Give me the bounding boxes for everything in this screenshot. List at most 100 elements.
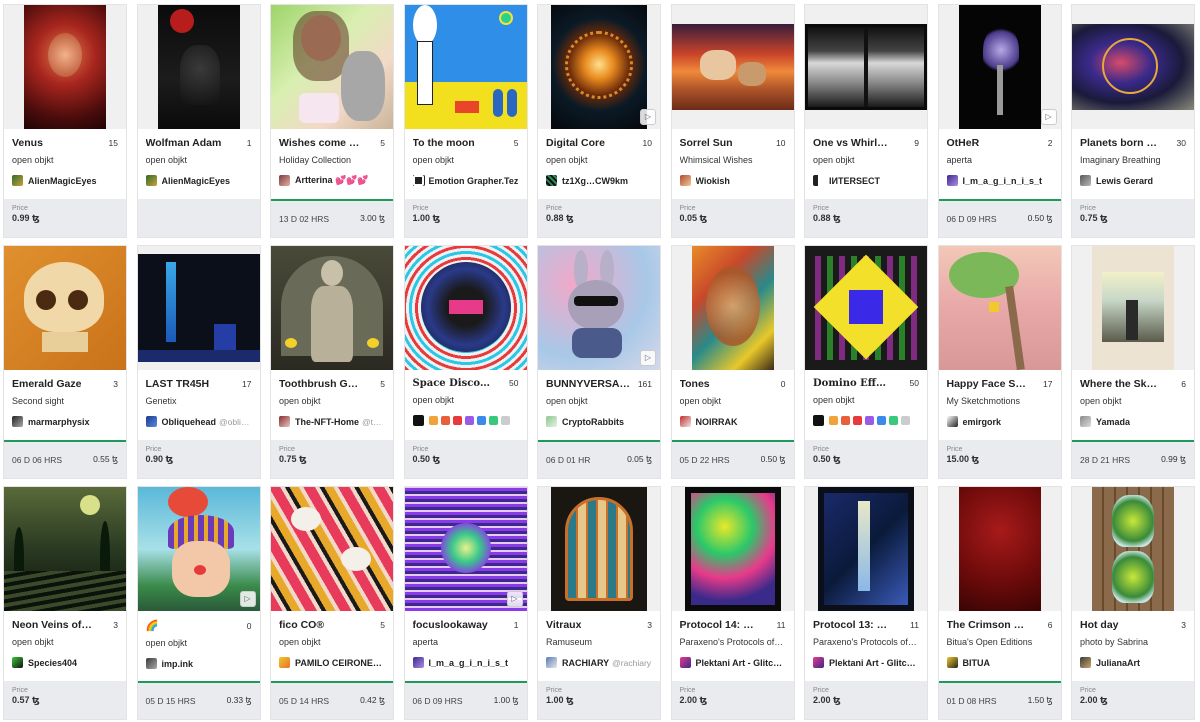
artwork-card[interactable]: ▷ BUNNYVERSA… 161 open objkt CryptoRabbi… xyxy=(537,245,661,479)
collection-name[interactable]: open objkt xyxy=(546,155,652,165)
artwork-thumbnail[interactable] xyxy=(4,5,126,129)
artist-name[interactable]: Lewis Gerard xyxy=(1096,176,1153,186)
collection-name[interactable]: open objkt xyxy=(1080,396,1186,406)
artwork-card[interactable]: LAST TR45H 17 Genetix Obliquehead @obli…… xyxy=(136,245,261,479)
artist[interactable]: I_m_a_g_i_n_i_s_t xyxy=(412,657,519,668)
artwork-title[interactable]: Vitraux xyxy=(546,619,581,631)
collection-name[interactable]: open objkt xyxy=(546,396,652,406)
artwork-card[interactable]: Toothbrush G… 5 open objkt The-NFT-Home … xyxy=(270,245,394,479)
artwork-card[interactable]: Emerald Gaze 3 Second sight marmarphysix… xyxy=(3,245,127,479)
collection-name[interactable]: photo by Sabrina xyxy=(1080,637,1186,647)
artwork-title[interactable]: 🌈 xyxy=(146,619,159,632)
artist-name[interactable]: The-NFT-Home xyxy=(295,417,359,427)
artist[interactable]: I_m_a_g_i_n_i_s_t xyxy=(946,175,1053,186)
artwork-title[interactable]: Wishes come … xyxy=(279,137,359,149)
artwork-card[interactable]: One vs Whirl… 9 open objkt ΙИΤΕRЅΕСΤ Pri… xyxy=(804,4,928,238)
artist-name[interactable]: NOIRRAK xyxy=(696,417,738,427)
artist-name[interactable]: tz1Xg…CW9km xyxy=(562,176,628,186)
artist[interactable]: Plektani Art - Glitc… xyxy=(679,657,786,668)
collection-name[interactable]: My Sketchmotions xyxy=(947,396,1053,406)
collection-name[interactable]: Second sight xyxy=(12,396,118,406)
artist[interactable]: JulianaArt xyxy=(1080,657,1186,668)
collection-name[interactable]: open objkt xyxy=(12,637,118,647)
collection-name[interactable]: open objkt xyxy=(813,155,919,165)
artist[interactable]: tz1Xg…CW9km xyxy=(546,175,652,186)
artist[interactable]: BITUA xyxy=(946,657,1053,668)
artwork-title[interactable]: Neon Veins of… xyxy=(12,619,92,631)
artwork-title[interactable]: focuslookaway xyxy=(413,619,488,631)
collection-name[interactable]: Paraxeno's Protocols of L… xyxy=(680,637,786,647)
artist-name[interactable]: Species404 xyxy=(28,658,77,668)
collection-name[interactable]: open objkt xyxy=(680,396,786,406)
artist-name[interactable]: imp.ink xyxy=(162,659,194,669)
artwork-title[interactable]: Wolfman Adam xyxy=(146,137,222,149)
artwork-thumbnail[interactable] xyxy=(4,246,126,370)
artist[interactable]: NOIRRAK xyxy=(679,416,786,427)
artist[interactable]: Artterina 💕💕💕 xyxy=(279,175,385,186)
artist-handle[interactable]: @obli… xyxy=(219,417,249,427)
artist[interactable]: Emotion Grapher.Tez xyxy=(412,175,519,186)
artwork-card[interactable]: The Crimson … 6 Bitua's Open Editions BI… xyxy=(937,486,1062,720)
artwork-thumbnail[interactable] xyxy=(671,5,794,129)
artwork-card[interactable]: Tones 0 open objkt NOIRRAK 05 D 22 HRS 0… xyxy=(670,245,795,479)
artist-name[interactable]: Emotion Grapher.Tez xyxy=(429,176,519,186)
collection-name[interactable]: Whimsical Wishes xyxy=(680,155,786,165)
artwork-title[interactable]: Digital Core xyxy=(546,137,605,149)
artist-name[interactable]: Plektani Art - Glitc… xyxy=(696,658,783,668)
artwork-thumbnail[interactable] xyxy=(938,246,1061,370)
collection-name[interactable]: open objkt xyxy=(813,395,919,405)
artwork-thumbnail[interactable] xyxy=(1072,5,1194,129)
artist-name[interactable]: Wiokish xyxy=(696,176,730,186)
artwork-card[interactable]: Vitraux 3 Ramuseum RACHIARY @rachiary Pr… xyxy=(537,486,661,720)
collection-name[interactable]: Paraxeno's Protocols of L… xyxy=(813,637,919,647)
artwork-thumbnail[interactable] xyxy=(137,246,260,370)
artwork-thumbnail[interactable] xyxy=(805,487,927,611)
artwork-title[interactable]: Tones xyxy=(680,378,710,390)
artwork-card[interactable]: Protocol 14: … 11 Paraxeno's Protocols o… xyxy=(670,486,795,720)
artwork-card[interactable]: Neon Veins of… 3 open objkt Species404 P… xyxy=(3,486,127,720)
artist[interactable]: emirgork xyxy=(946,416,1053,427)
artist[interactable]: imp.ink xyxy=(145,658,252,669)
artist[interactable]: CryptoRabbits xyxy=(546,416,652,427)
artwork-title[interactable]: LAST TR45H xyxy=(146,378,210,390)
artwork-thumbnail[interactable] xyxy=(1072,487,1194,611)
artwork-card[interactable]: Venus 15 open objkt AlienMagicEyes Price… xyxy=(3,4,127,238)
artist-name[interactable]: AlienMagicEyes xyxy=(162,176,231,186)
artist[interactable]: PAMILO CEIRONE®… xyxy=(279,657,385,668)
collection-name[interactable]: open objkt xyxy=(146,155,252,165)
artist[interactable] xyxy=(412,415,519,426)
artist[interactable]: The-NFT-Home @t… xyxy=(279,416,385,427)
artwork-title[interactable]: The Crimson … xyxy=(947,619,1025,631)
artwork-title[interactable]: One vs Whirl… xyxy=(813,137,888,149)
artwork-card[interactable]: Planets born … 30 Imaginary Breathing Le… xyxy=(1071,4,1195,238)
artist[interactable]: Yamada xyxy=(1080,416,1186,427)
artist[interactable] xyxy=(813,415,919,426)
artwork-card[interactable]: ▷ Digital Core 10 open objkt tz1Xg…CW9km… xyxy=(537,4,661,238)
collection-name[interactable]: Ramuseum xyxy=(546,637,652,647)
artwork-card[interactable]: fico CO® 5 open objkt PAMILO CEIRONE®… 0… xyxy=(270,486,394,720)
artwork-card[interactable]: Protocol 13: … 11 Paraxeno's Protocols o… xyxy=(804,486,928,720)
artwork-thumbnail[interactable]: ▷ xyxy=(938,5,1061,129)
artist[interactable]: AlienMagicEyes xyxy=(145,175,252,186)
collection-name[interactable]: open objkt xyxy=(279,396,385,406)
artwork-thumbnail[interactable]: ▷ xyxy=(538,5,660,129)
artwork-title[interactable]: Emerald Gaze xyxy=(12,378,81,390)
artwork-title[interactable]: fico CO® xyxy=(279,619,324,631)
artwork-card[interactable]: Wolfman Adam 1 open objkt AlienMagicEyes xyxy=(136,4,261,238)
artist-name[interactable]: RACHIARY xyxy=(562,658,609,668)
artist-name[interactable]: I_m_a_g_i_n_i_s_t xyxy=(963,176,1043,186)
artwork-card[interactable]: Wishes come … 5 Holiday Collection Artte… xyxy=(270,4,394,238)
collection-name[interactable]: open objkt xyxy=(279,637,385,647)
collection-name[interactable]: Bitua's Open Editions xyxy=(947,637,1053,647)
artwork-title[interactable]: To the moon xyxy=(413,137,475,149)
artwork-card[interactable]: ▷ focuslookaway 1 aperta I_m_a_g_i_n_i_s… xyxy=(403,486,528,720)
artist-name[interactable]: I_m_a_g_i_n_i_s_t xyxy=(429,658,509,668)
artwork-title[interactable]: Space Disco… xyxy=(413,378,491,389)
artwork-card[interactable]: Domino Eff… 50 open objkt Price 0.50 ꜩ xyxy=(804,245,928,479)
artwork-card[interactable]: To the moon 5 open objkt Emotion Grapher… xyxy=(403,4,528,238)
artist[interactable]: Lewis Gerard xyxy=(1080,175,1186,186)
artwork-thumbnail[interactable] xyxy=(4,487,126,611)
artist-name[interactable]: Artterina 💕💕💕 xyxy=(295,175,369,186)
artist[interactable]: Plektani Art - Glitc… xyxy=(813,657,919,668)
artist-name[interactable]: PAMILO CEIRONE®… xyxy=(295,658,385,668)
